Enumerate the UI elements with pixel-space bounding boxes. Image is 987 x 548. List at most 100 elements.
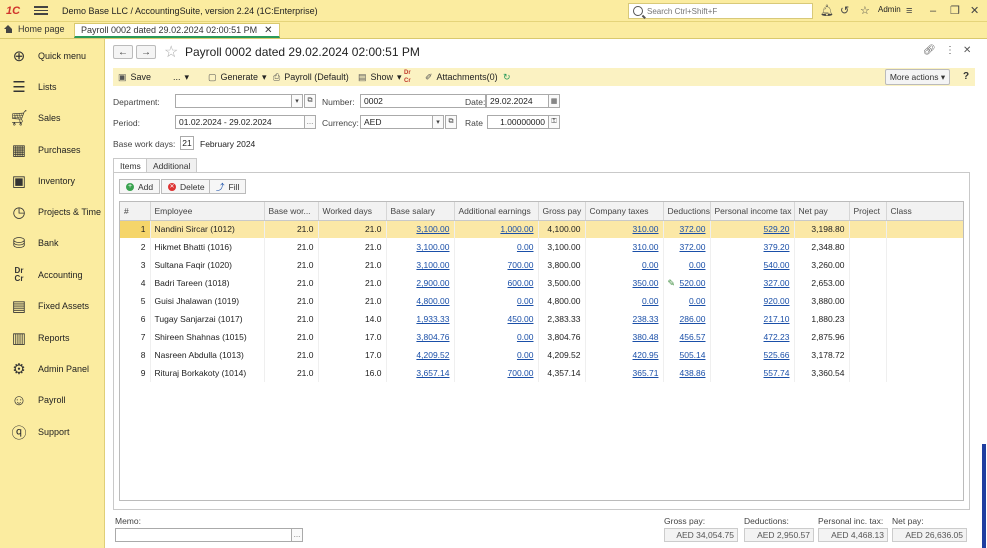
personal-income-tax-cell[interactable]: 920.00: [710, 292, 795, 310]
company-taxes-cell[interactable]: 310.00: [585, 238, 664, 256]
dr-cr-button[interactable]: Dr Cr: [404, 70, 411, 84]
col-deductions[interactable]: Deductions: [663, 202, 711, 221]
col-class[interactable]: Class: [886, 202, 963, 221]
restore-icon[interactable]: ❐: [950, 4, 960, 18]
sidebar-item-inventory[interactable]: ▣ Inventory: [0, 168, 105, 194]
currency-field[interactable]: AED: [360, 115, 433, 129]
additional-earnings-cell[interactable]: 450.00: [454, 310, 539, 328]
tab-items[interactable]: Items: [113, 158, 148, 173]
close-form-icon[interactable]: ✕: [963, 45, 971, 56]
main-menu-icon[interactable]: [34, 6, 48, 15]
deductions-cell[interactable]: 372.00: [663, 238, 711, 256]
close-window-icon[interactable]: ✕: [970, 4, 979, 18]
close-tab-icon[interactable]: ✕: [264, 25, 272, 36]
add-row-button[interactable]: + Add: [119, 179, 161, 194]
table-row[interactable]: 1 Nandini Sircar (1012) 21.0 21.0 3,100.00 1,…: [120, 220, 963, 238]
col-gross-pay[interactable]: Gross pay: [538, 202, 586, 221]
col-base-salary[interactable]: Base salary: [386, 202, 455, 221]
base-salary-cell[interactable]: 2,900.00: [386, 274, 455, 292]
personal-income-tax-cell[interactable]: 379.20: [710, 238, 795, 256]
company-taxes-cell[interactable]: 350.00: [585, 274, 664, 292]
sidebar-item-admin-panel[interactable]: ⚙ Admin Panel: [0, 356, 105, 382]
personal-income-tax-cell[interactable]: 217.10: [710, 310, 795, 328]
deductions-cell[interactable]: 505.14: [663, 346, 711, 364]
deductions-cell[interactable]: 286.00: [663, 310, 711, 328]
sidebar-item-accounting[interactable]: Dr Cr Accounting: [0, 262, 105, 288]
sidebar-item-projects-time[interactable]: ◷ Projects & Time: [0, 199, 105, 225]
company-taxes-cell[interactable]: 0.00: [585, 292, 664, 310]
deductions-cell[interactable]: 438.86: [663, 364, 711, 382]
col-personal-income-tax[interactable]: Personal income tax: [710, 202, 795, 221]
deductions-cell[interactable]: 456.57: [663, 328, 711, 346]
table-row[interactable]: 2 Hikmet Bhatti (1016) 21.0 21.0 3,100.00 0.0…: [120, 238, 963, 256]
deductions-cell[interactable]: 372.00: [663, 220, 711, 238]
additional-earnings-cell[interactable]: 700.00: [454, 364, 539, 382]
link-icon[interactable]: 🔗︎: [923, 45, 936, 56]
personal-income-tax-cell[interactable]: 557.74: [710, 364, 795, 382]
favorite-star-icon[interactable]: ☆: [164, 42, 178, 62]
table-row[interactable]: 6 Tugay Sanjarzai (1017) 21.0 14.0 1,933.33 4…: [120, 310, 963, 328]
base-salary-cell[interactable]: 4,209.52: [386, 346, 455, 364]
company-taxes-cell[interactable]: 380.48: [585, 328, 664, 346]
additional-earnings-cell[interactable]: 0.00: [454, 238, 539, 256]
sidebar-item-sales[interactable]: 🛒︎ Sales: [0, 105, 105, 131]
base-salary-cell[interactable]: 3,100.00: [386, 256, 455, 274]
show-button[interactable]: ▤ Show ▾: [358, 70, 402, 84]
memo-field[interactable]: [115, 528, 292, 542]
deductions-cell[interactable]: 0.00: [663, 256, 711, 274]
table-row[interactable]: 7 Shireen Shahnas (1015) 21.0 17.0 3,804.76 0…: [120, 328, 963, 346]
tab-additional[interactable]: Additional: [146, 158, 198, 173]
generate-button[interactable]: ▢ Generate ▾: [208, 70, 267, 84]
personal-income-tax-cell[interactable]: 525.66: [710, 346, 795, 364]
sidebar-item-fixed-assets[interactable]: ▤ Fixed Assets: [0, 293, 105, 319]
refresh-button[interactable]: ↻: [503, 70, 511, 84]
personal-income-tax-cell[interactable]: 540.00: [710, 256, 795, 274]
more-actions-button[interactable]: More actions ▾: [885, 69, 950, 85]
forward-button[interactable]: →: [136, 45, 156, 59]
bell-icon[interactable]: 🔔︎: [820, 4, 834, 18]
minimize-icon[interactable]: –: [930, 4, 936, 18]
personal-income-tax-cell[interactable]: 529.20: [710, 220, 795, 238]
additional-earnings-cell[interactable]: 600.00: [454, 274, 539, 292]
sidebar-item-support[interactable]: ⓠ Support: [0, 419, 105, 445]
save-button[interactable]: ▣ Save: [118, 70, 151, 84]
company-taxes-cell[interactable]: 0.00: [585, 256, 664, 274]
base-salary-cell[interactable]: 3,100.00: [386, 238, 455, 256]
base-salary-cell[interactable]: 3,657.14: [386, 364, 455, 382]
history-icon[interactable]: ↺: [840, 4, 849, 18]
memo-expand-icon[interactable]: …: [291, 528, 303, 542]
base-salary-cell[interactable]: 1,933.33: [386, 310, 455, 328]
base-work-days-field[interactable]: 21: [180, 136, 194, 150]
sidebar-item-reports[interactable]: ▥ Reports: [0, 325, 105, 351]
sidebar-item-payroll[interactable]: ☺ Payroll: [0, 387, 105, 413]
date-field[interactable]: 29.02.2024: [486, 94, 549, 108]
company-taxes-cell[interactable]: 238.33: [585, 310, 664, 328]
col-worked-days[interactable]: Worked days: [318, 202, 387, 221]
sidebar-item-bank[interactable]: ⛁ Bank: [0, 230, 105, 256]
additional-earnings-cell[interactable]: 0.00: [454, 346, 539, 364]
fill-button[interactable]: ⤴ Fill: [209, 179, 247, 194]
department-dropdown-icon[interactable]: ▾: [291, 94, 303, 108]
period-field[interactable]: 01.02.2024 - 29.02.2024: [175, 115, 305, 129]
additional-earnings-cell[interactable]: 0.00: [454, 292, 539, 310]
deductions-cell[interactable]: ✎ 520.00: [663, 274, 711, 292]
lock-icon[interactable]: ⚿: [548, 115, 560, 129]
company-taxes-cell[interactable]: 365.71: [585, 364, 664, 382]
additional-earnings-cell[interactable]: 700.00: [454, 256, 539, 274]
additional-earnings-cell[interactable]: 1,000.00: [454, 220, 539, 238]
current-user[interactable]: Admin: [878, 5, 901, 14]
table-row[interactable]: 5 Guisi Jhalawan (1019) 21.0 21.0 4,800.00 0.…: [120, 292, 963, 310]
col-base-work-days[interactable]: Base wor...: [264, 202, 319, 221]
deductions-value[interactable]: 520.00: [680, 278, 706, 288]
col-net-pay[interactable]: Net pay: [794, 202, 850, 221]
base-salary-cell[interactable]: 3,804.76: [386, 328, 455, 346]
personal-income-tax-cell[interactable]: 327.00: [710, 274, 795, 292]
window-scrollbar[interactable]: [982, 444, 986, 548]
table-row[interactable]: 4 Badri Tareen (1018) 21.0 21.0 2,900.00 600.…: [120, 274, 963, 292]
base-salary-cell[interactable]: 4,800.00: [386, 292, 455, 310]
sidebar-item-quick-menu[interactable]: ⊕ Quick menu: [0, 43, 105, 69]
rate-field[interactable]: 1.00000000: [487, 115, 549, 129]
deductions-cell[interactable]: 0.00: [663, 292, 711, 310]
more-vertical-icon[interactable]: ⋮: [945, 45, 955, 56]
back-button[interactable]: ←: [113, 45, 133, 59]
